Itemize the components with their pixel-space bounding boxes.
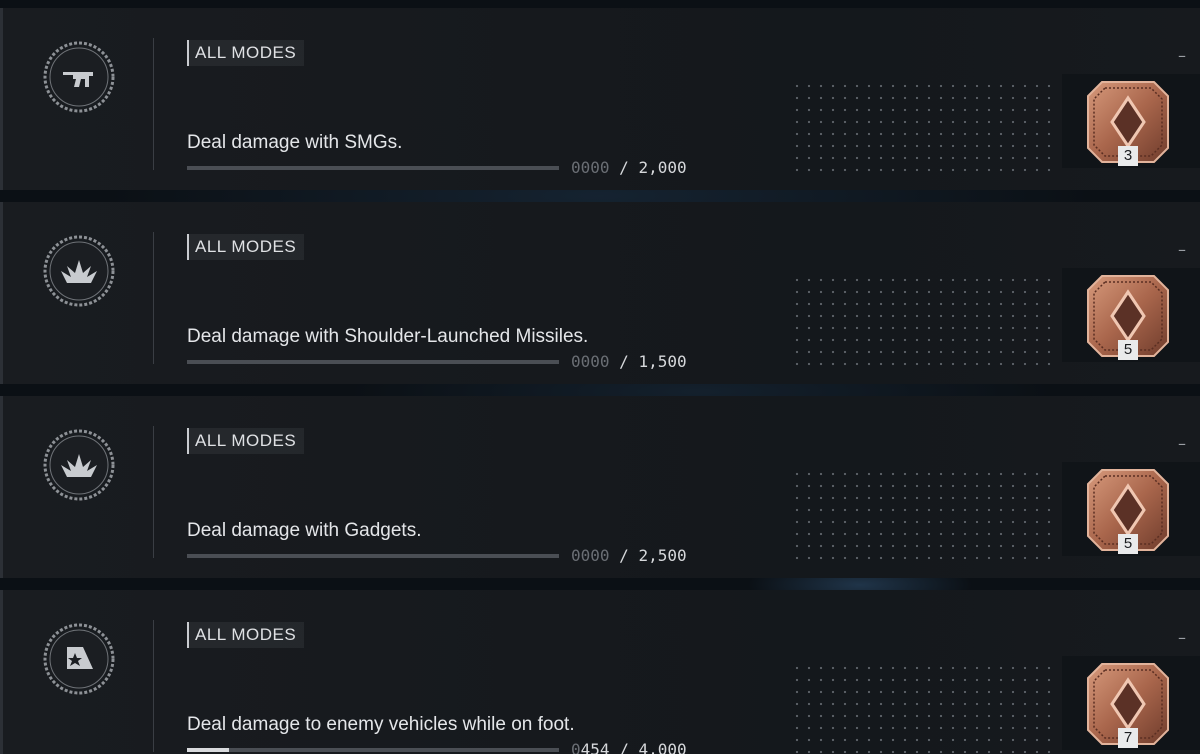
challenge-description: Deal damage with Gadgets. bbox=[187, 520, 422, 541]
divider bbox=[153, 38, 154, 170]
reward-count-badge: 5 bbox=[1118, 340, 1138, 360]
challenge-description: Deal damage with Shoulder-Launched Missi… bbox=[187, 326, 589, 347]
progress-total: 1,500 bbox=[638, 352, 687, 371]
challenge-card[interactable]: ALL MODES Deal damage to enemy vehicles … bbox=[0, 590, 1200, 754]
divider bbox=[153, 620, 154, 752]
collapse-dash[interactable]: – bbox=[1178, 46, 1186, 65]
progress-bar bbox=[187, 748, 559, 752]
divider bbox=[153, 426, 154, 558]
dot-pattern bbox=[791, 662, 1053, 754]
mode-tag: ALL MODES bbox=[187, 234, 305, 260]
progress-total: 2,500 bbox=[638, 546, 687, 565]
progress-total: 4,000 bbox=[638, 740, 687, 754]
dot-pattern bbox=[791, 274, 1053, 368]
progress-count: 0000 / 1,500 bbox=[571, 352, 687, 371]
smg-icon bbox=[43, 41, 115, 113]
collapse-dash[interactable]: – bbox=[1178, 434, 1186, 453]
progress-bar bbox=[187, 360, 559, 364]
progress-current-dim: 0000 bbox=[571, 546, 610, 565]
progress-current-dim: 0000 bbox=[571, 352, 610, 371]
mode-tag: ALL MODES bbox=[187, 40, 305, 66]
explosion-icon bbox=[43, 429, 115, 501]
collapse-dash[interactable]: – bbox=[1178, 240, 1186, 259]
progress-bar-fill bbox=[187, 748, 230, 752]
progress-separator: / bbox=[619, 546, 629, 565]
mode-tag: ALL MODES bbox=[187, 428, 305, 454]
progress-current: 454 bbox=[580, 740, 610, 754]
challenge-description: Deal damage to enemy vehicles while on f… bbox=[187, 714, 575, 735]
progress-count: 0000 / 2,500 bbox=[571, 546, 687, 565]
challenge-description: Deal damage with SMGs. bbox=[187, 132, 403, 153]
reward-count-badge: 7 bbox=[1118, 728, 1138, 748]
progress-total: 2,000 bbox=[638, 158, 687, 177]
challenge-card[interactable]: ALL MODES Deal damage with Gadgets. 0000… bbox=[0, 396, 1200, 578]
collapse-dash[interactable]: – bbox=[1178, 628, 1186, 647]
progress-bar bbox=[187, 554, 559, 558]
divider bbox=[153, 232, 154, 364]
progress-current-dim: 0 bbox=[571, 740, 581, 754]
reward-count-badge: 5 bbox=[1118, 534, 1138, 554]
mode-tag: ALL MODES bbox=[187, 622, 305, 648]
progress-separator: / bbox=[619, 740, 629, 754]
progress-bar bbox=[187, 166, 559, 170]
dot-pattern bbox=[791, 80, 1053, 174]
explosion-icon bbox=[43, 235, 115, 307]
progress-separator: / bbox=[619, 158, 629, 177]
challenges-page: ALL MODES Deal damage with SMGs. 0000 / … bbox=[0, 0, 1200, 754]
vehicle-flag-icon bbox=[43, 623, 115, 695]
challenge-card[interactable]: ALL MODES Deal damage with Shoulder-Laun… bbox=[0, 202, 1200, 384]
challenge-card[interactable]: ALL MODES Deal damage with SMGs. 0000 / … bbox=[0, 8, 1200, 190]
dot-pattern bbox=[791, 468, 1053, 562]
reward-count-badge: 3 bbox=[1118, 146, 1138, 166]
progress-separator: / bbox=[619, 352, 629, 371]
progress-current-dim: 0000 bbox=[571, 158, 610, 177]
progress-count: 0454 / 4,000 bbox=[571, 740, 687, 754]
progress-count: 0000 / 2,000 bbox=[571, 158, 687, 177]
